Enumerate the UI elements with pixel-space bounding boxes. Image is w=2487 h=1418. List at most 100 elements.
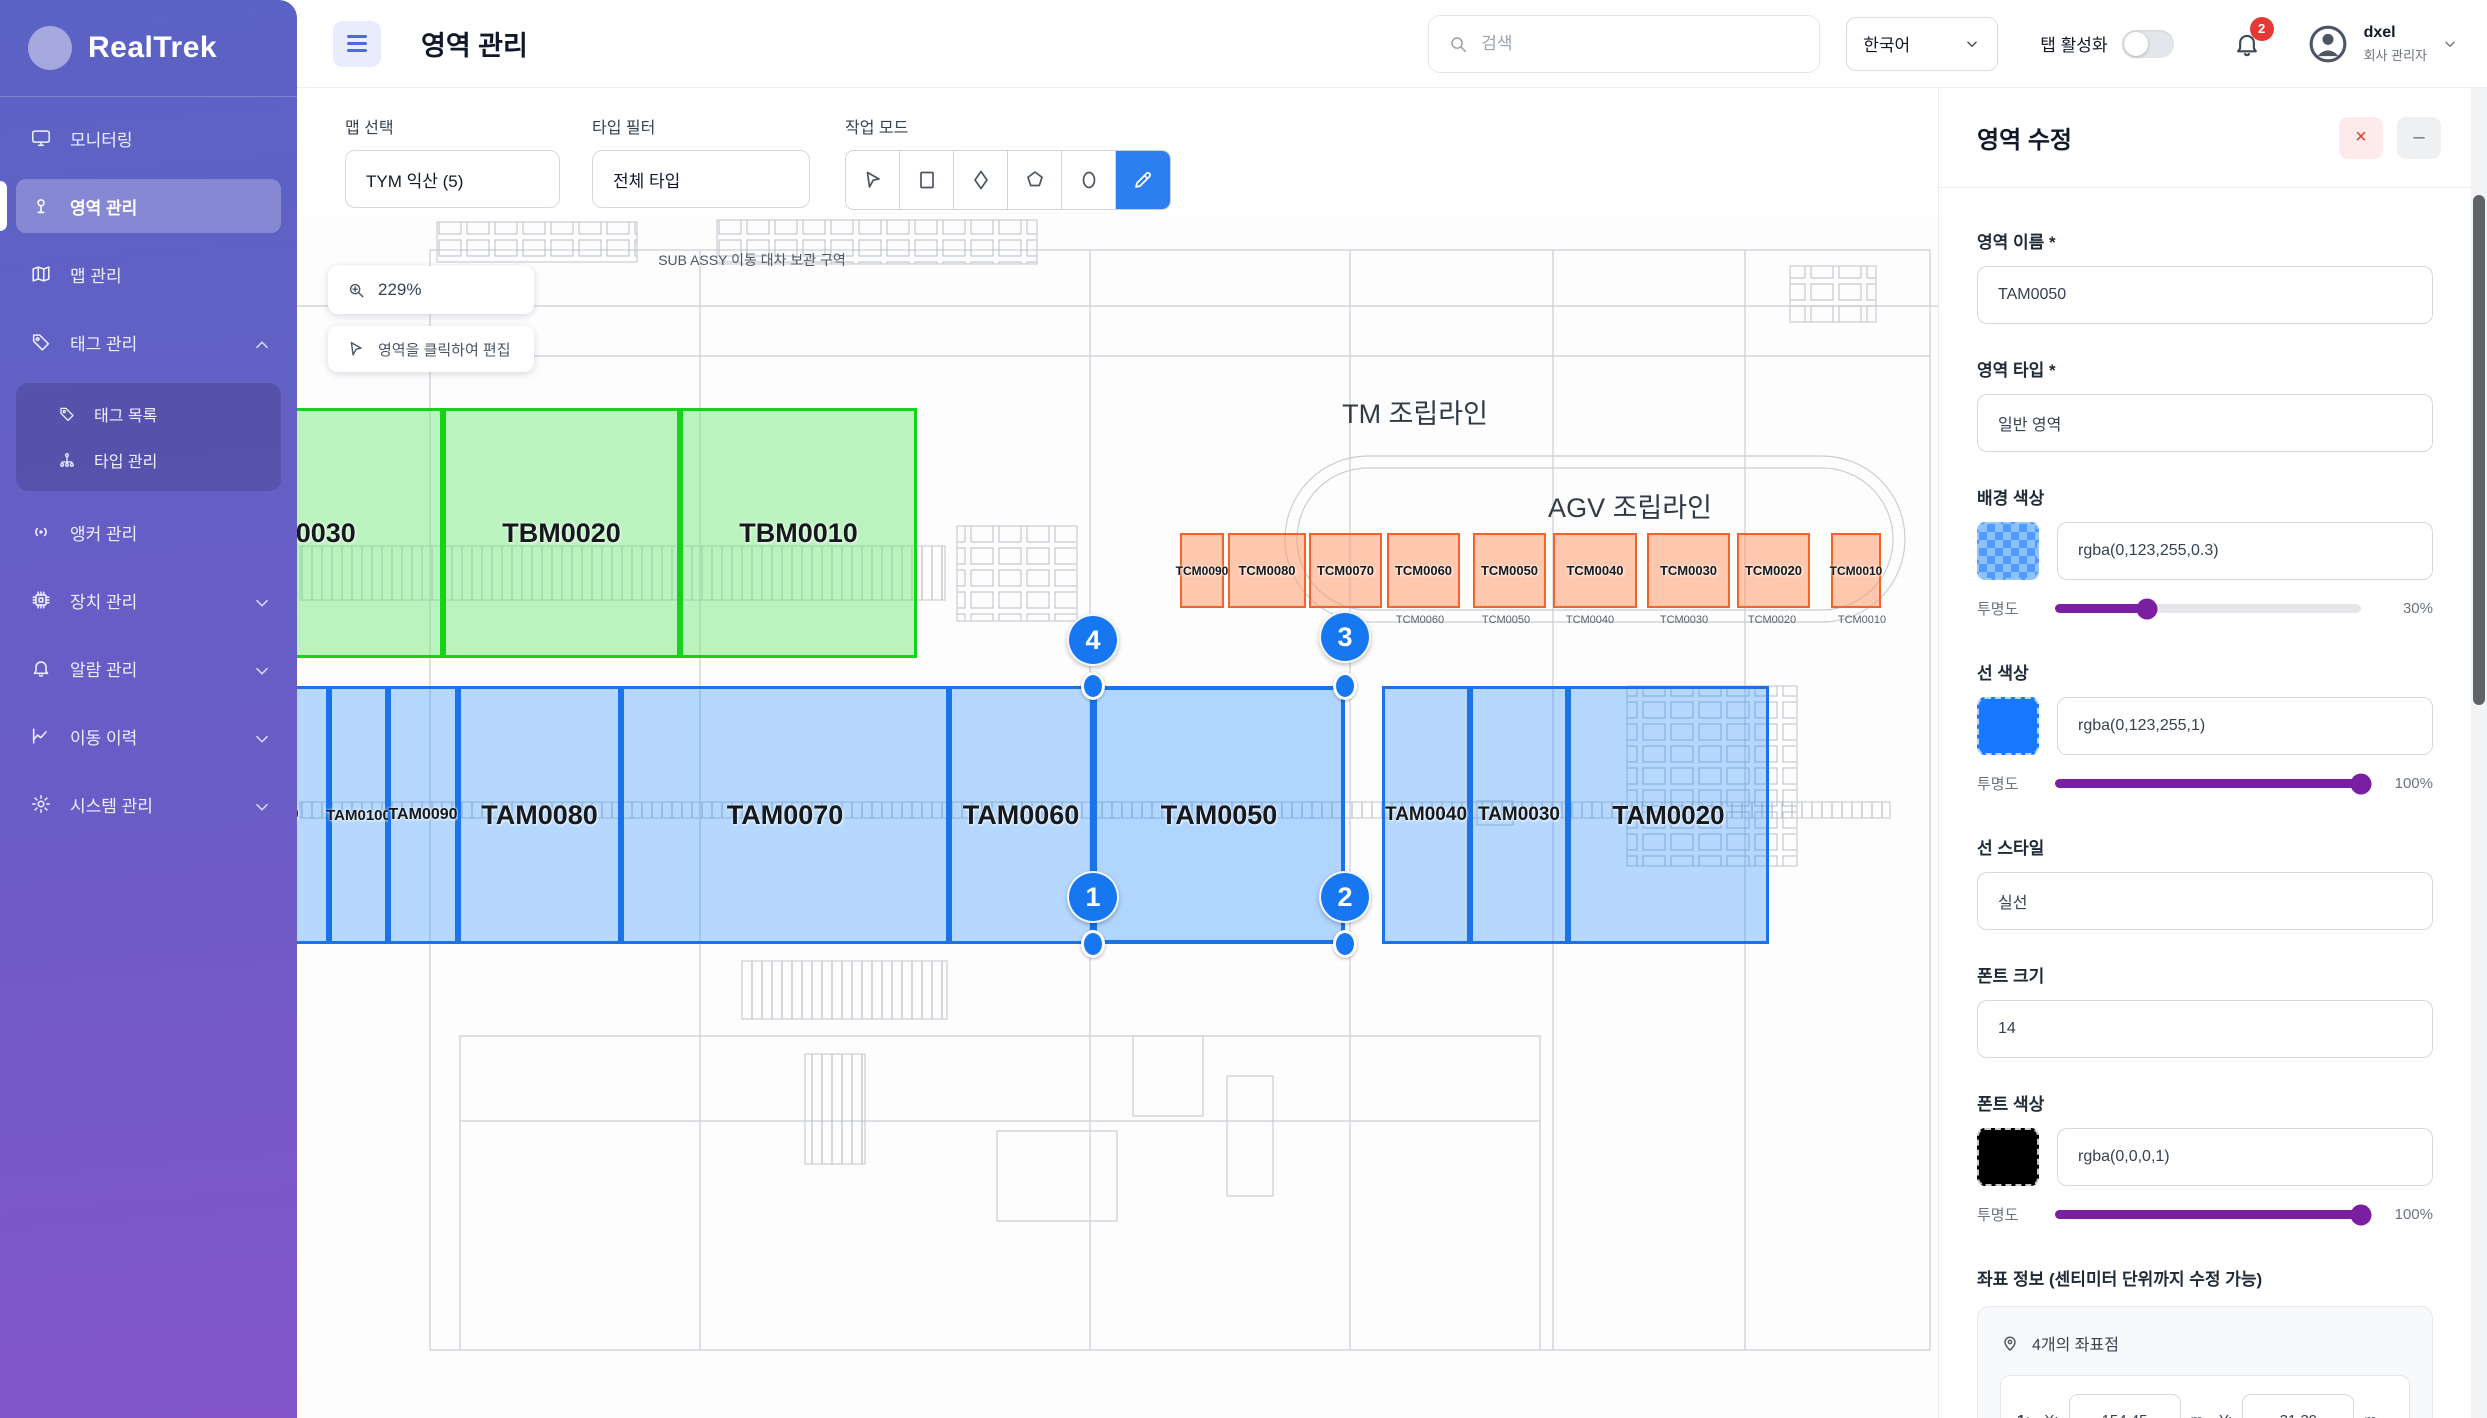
sidebar-item-monitoring[interactable]: 모니터링 [16,111,281,165]
minimize-button[interactable]: – [2397,117,2441,159]
sidebar-item-tag[interactable]: 태그 관리 [16,315,281,369]
slider-thumb[interactable] [2351,1204,2372,1225]
map-region-TAM0110[interactable]: TAM0110 [297,686,329,944]
bg-opacity-slider[interactable] [2055,604,2361,613]
line-style-input[interactable] [1977,872,2433,930]
zoom-in-icon [346,280,366,300]
plan-label: SUB ASSY 이동 대차 보관 구역 [658,250,846,270]
font-color-input[interactable] [2057,1128,2433,1186]
sidebar-item-area[interactable]: 영역 관리 [16,179,281,233]
slider-fill [2055,779,2361,788]
signal-icon [30,521,52,543]
bg-color-input[interactable] [2057,522,2433,580]
close-button[interactable]: × [2339,117,2383,159]
edit-hint-text: 영역을 클릭하여 편집 [378,339,511,360]
panel-title: 영역 수정 [1977,120,2072,155]
tab-toggle-label: 탭 활성화 [2040,31,2107,56]
coord-y-input[interactable] [2242,1394,2354,1418]
vertex-marker-3[interactable]: 3 [1319,611,1371,663]
sidebar-toggle-button[interactable] [333,21,381,67]
map-region-TCM0030[interactable]: TCM0030 [1647,533,1730,608]
map-region-TCM0090[interactable]: TCM0090 [1180,533,1224,608]
search-input[interactable] [1481,34,1801,54]
plan-label: TCM0010 [1838,614,1886,626]
plan-label: TCM0060 [1396,614,1444,626]
coord-x-input[interactable] [2069,1394,2181,1418]
sidebar-item-type-mgmt[interactable]: 타입 관리 [24,437,273,483]
plan-label: TM 조립라인 [1342,392,1488,431]
map-region-TCM0020[interactable]: TCM0020 [1737,533,1810,608]
tool-ellipse-button[interactable] [1062,151,1116,209]
coord-x-unit: m [2191,1412,2204,1418]
scrollbar-thumb[interactable] [2473,195,2485,705]
tool-cursor-button[interactable] [846,151,900,209]
vertex-handle[interactable] [1333,930,1357,958]
brand-row: RealTrek [0,0,297,96]
map-canvas[interactable]: SUB ASSY 이동 대차 보관 구역TM 조립라인AGV 조립라인TCM00… [297,216,1938,1418]
map-region-TBM0030[interactable]: TBM0030 [297,408,443,658]
tool-rectangle-button[interactable] [900,151,954,209]
vertex-marker-2[interactable]: 2 [1319,871,1371,923]
map-region-TCM0010[interactable]: TCM0010 [1831,533,1881,608]
map-region-TAM0100[interactable]: TAM0100 [329,686,388,944]
language-select[interactable]: 한국어 [1846,17,1998,71]
vertex-handle[interactable] [1081,930,1105,958]
bg-color-swatch[interactable] [1977,522,2039,580]
person-icon [2306,22,2350,66]
sidebar-item-device[interactable]: 장치 관리 [16,573,281,627]
map-region-TBM0010[interactable]: TBM0010 [680,408,917,658]
sidebar-item-alarm[interactable]: 알람 관리 [16,641,281,695]
sidebar-item-history[interactable]: 이동 이력 [16,709,281,763]
sidebar-item-tag-list[interactable]: 태그 목록 [24,391,273,437]
gear-icon [30,793,52,815]
sidebar-item-label: 앵커 관리 [70,520,137,545]
line-color-input[interactable] [2057,697,2433,755]
map-region-TCM0050[interactable]: TCM0050 [1473,533,1546,608]
font-size-input[interactable] [1977,1000,2433,1058]
type-filter-select[interactable]: 전체 타입 [592,150,810,208]
vertex-handle[interactable] [1081,672,1105,700]
vertex-marker-4[interactable]: 4 [1067,614,1119,666]
area-name-input[interactable] [1977,266,2433,324]
sidebar-item-anchor[interactable]: 앵커 관리 [16,505,281,559]
map-region-TAM0040[interactable]: TAM0040 [1382,686,1470,944]
edit-area-panel: 영역 수정 × – 영역 이름 * 영역 타입 * 배경 색상 [1938,88,2471,1418]
map-region-TAM0050[interactable]: TAM0050 [1093,686,1345,944]
monitor-icon [30,127,52,149]
tab-toggle-switch[interactable] [2122,30,2174,58]
tool-diamond-button[interactable] [954,151,1008,209]
sidebar-item-label: 이동 이력 [70,724,137,749]
cursor-icon [861,168,885,192]
notification-badge: 2 [2250,17,2274,41]
region-label: TCM0050 [1481,563,1538,578]
map-region-TCM0060[interactable]: TCM0060 [1387,533,1460,608]
map-region-TAM0030[interactable]: TAM0030 [1470,686,1568,944]
notifications-button[interactable]: 2 [2232,29,2262,59]
line-opacity-slider[interactable] [2055,779,2361,788]
tool-pentagon-button[interactable] [1008,151,1062,209]
map-region-TAM0020[interactable]: TAM0020 [1568,686,1769,944]
slider-thumb[interactable] [2351,773,2372,794]
vertex-marker-1[interactable]: 1 [1067,871,1119,923]
vertex-handle[interactable] [1333,672,1357,700]
map-select[interactable]: TYM 익산 (5) [345,150,560,208]
map-region-TAM0090[interactable]: TAM0090 [388,686,458,944]
map-region-TAM0070[interactable]: TAM0070 [621,686,949,944]
user-menu[interactable]: dxel 회사 관리자 [2306,22,2459,66]
tool-pencil-button[interactable] [1116,151,1170,209]
line-color-swatch[interactable] [1977,697,2039,755]
map-region-TCM0040[interactable]: TCM0040 [1553,533,1637,608]
ellipse-icon [1077,168,1101,192]
slider-thumb[interactable] [2136,598,2157,619]
map-region-TCM0070[interactable]: TCM0070 [1309,533,1382,608]
map-region-TCM0080[interactable]: TCM0080 [1228,533,1306,608]
font-color-swatch[interactable] [1977,1128,2039,1186]
area-type-input[interactable] [1977,394,2433,452]
area-name-field: 영역 이름 * [1977,228,2433,324]
font-opacity-slider[interactable] [2055,1210,2361,1219]
sidebar-item-label: 태그 목록 [94,402,157,426]
sidebar-item-system[interactable]: 시스템 관리 [16,777,281,831]
map-region-TBM0020[interactable]: TBM0020 [443,408,680,658]
sidebar-item-map[interactable]: 맵 관리 [16,247,281,301]
map-region-TAM0080[interactable]: TAM0080 [458,686,621,944]
